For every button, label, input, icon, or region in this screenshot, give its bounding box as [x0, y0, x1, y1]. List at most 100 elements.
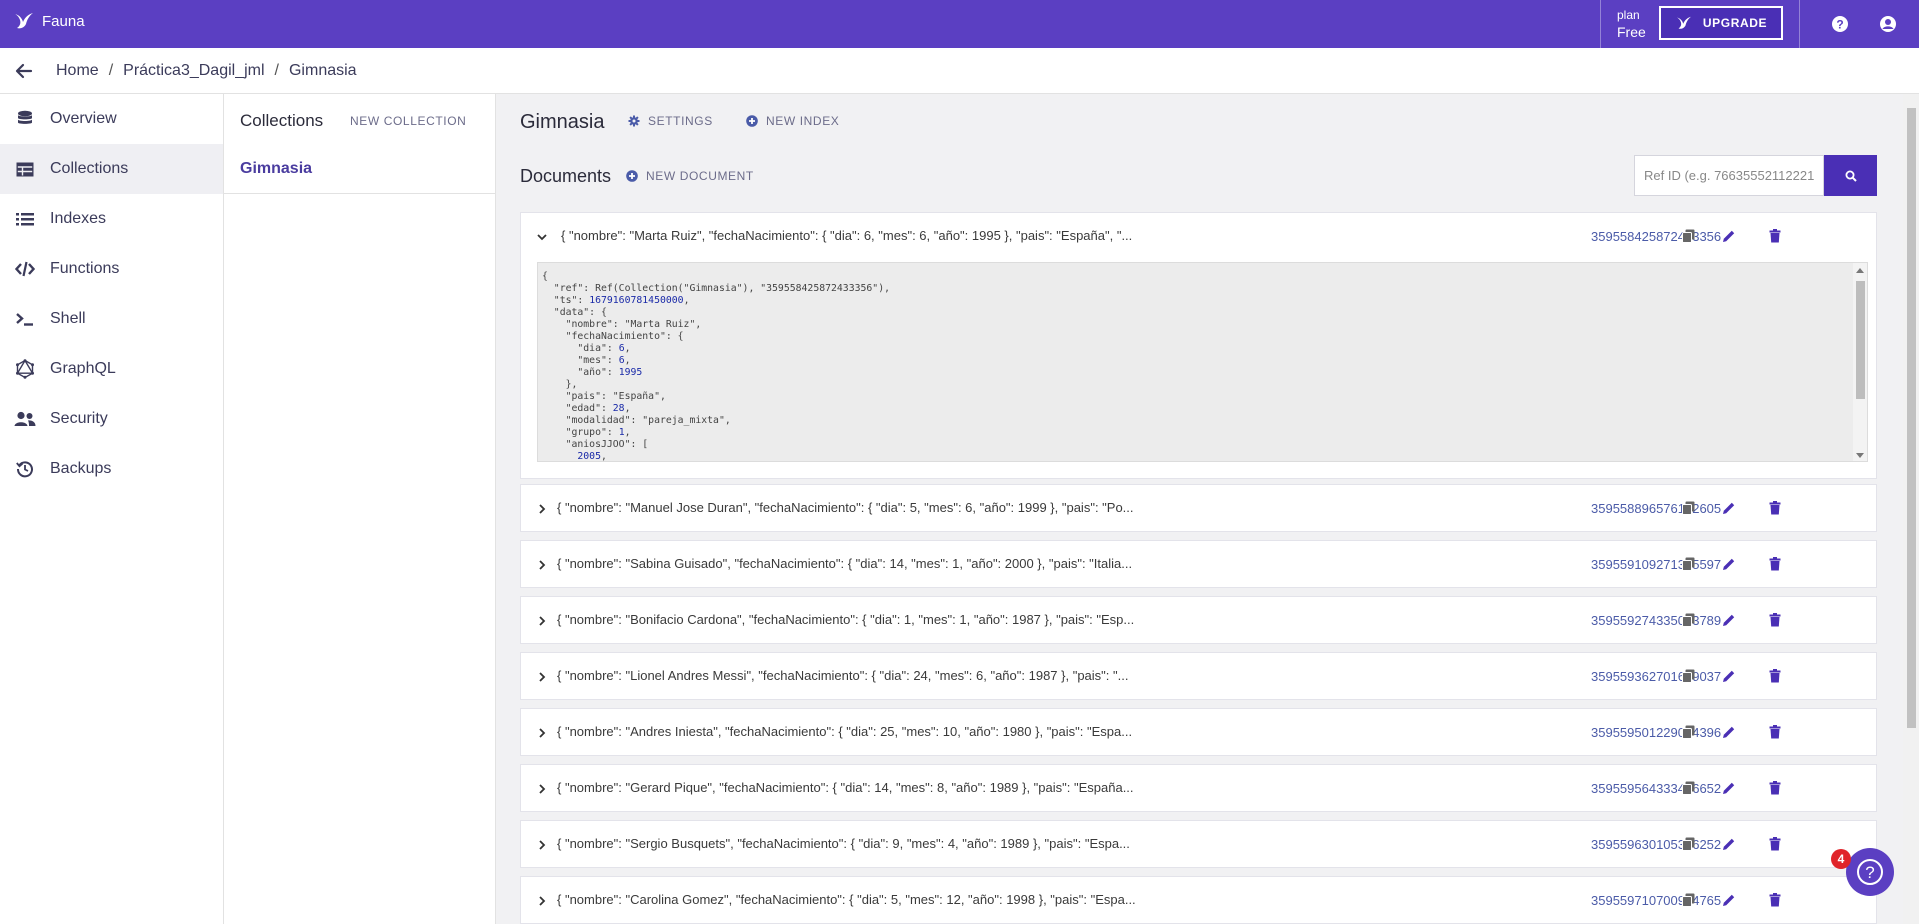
settings-button[interactable]: SETTINGS [628, 114, 713, 128]
copy-icon[interactable] [1678, 666, 1698, 686]
trash-icon[interactable] [1765, 610, 1785, 630]
sidebar-item-overview[interactable]: Overview [0, 94, 223, 144]
page-scrollbar[interactable] [1903, 94, 1919, 924]
copy-icon[interactable] [1678, 498, 1698, 518]
top-bar: Fauna plan Free UPGRADE ? [0, 0, 1919, 48]
document-row[interactable]: { "nombre": "Lionel Andres Messi", "fech… [520, 652, 1877, 700]
document-ref-id[interactable]: 359559362701689037 [1591, 669, 1721, 684]
document-summary: { "nombre": "Marta Ruiz", "fechaNacimien… [561, 228, 1133, 243]
json-line: "data": { [542, 307, 607, 318]
document-row[interactable]: { "nombre": "Gerard Pique", "fechaNacimi… [520, 764, 1877, 812]
edit-icon[interactable] [1719, 778, 1739, 798]
edit-icon[interactable] [1719, 226, 1739, 246]
document-row[interactable]: { "nombre": "Carolina Gomez", "fechaNaci… [520, 876, 1877, 924]
document-ref-id[interactable]: 359559501229064396 [1591, 725, 1721, 740]
chevron-right-icon[interactable] [535, 894, 549, 908]
document-ref-id[interactable]: 359559274335043789 [1591, 613, 1721, 628]
new-index-button[interactable]: NEW INDEX [746, 114, 839, 128]
account-icon[interactable] [1877, 13, 1899, 35]
document-row[interactable]: { "nombre": "Marta Ruiz", "fechaNacimien… [520, 212, 1877, 479]
edit-icon[interactable] [1719, 890, 1739, 910]
sidebar-item-label: Indexes [50, 210, 107, 227]
collections-title: Collections [240, 111, 324, 130]
copy-icon[interactable] [1678, 778, 1698, 798]
document-ref-id[interactable]: 359558896576102605 [1591, 501, 1721, 516]
sidebar-item-backups[interactable]: Backups [0, 444, 223, 494]
help-chat-button[interactable]: ? [1846, 848, 1894, 896]
chevron-right-icon[interactable] [535, 838, 549, 852]
chevron-right-icon[interactable] [535, 670, 549, 684]
trash-icon[interactable] [1765, 722, 1785, 742]
chevron-right-icon[interactable] [535, 558, 549, 572]
copy-icon[interactable] [1678, 610, 1698, 630]
copy-icon[interactable] [1678, 722, 1698, 742]
sidebar-item-graphql[interactable]: GraphQL [0, 344, 223, 394]
edit-icon[interactable] [1719, 610, 1739, 630]
ref-id-search-input[interactable] [1634, 155, 1824, 196]
chevron-right-icon[interactable] [535, 726, 549, 740]
document-row[interactable]: { "nombre": "Sabina Guisado", "fechaNaci… [520, 540, 1877, 588]
copy-icon[interactable] [1678, 226, 1698, 246]
trash-icon[interactable] [1765, 890, 1785, 910]
new-index-label: NEW INDEX [766, 114, 840, 128]
breadcrumb-separator: / [108, 62, 114, 79]
document-summary: { "nombre": "Manuel Jose Duran", "fechaN… [557, 500, 1134, 515]
topbar-divider [1799, 0, 1800, 48]
json-scrollbar[interactable] [1853, 263, 1867, 461]
help-icon[interactable]: ? [1829, 13, 1851, 35]
document-ref-id[interactable]: 359559710700994765 [1591, 893, 1721, 908]
document-row[interactable]: { "nombre": "Sergio Busquets", "fechaNac… [520, 820, 1877, 868]
collection-item-gimnasia[interactable]: Gimnasia [224, 144, 495, 194]
copy-icon[interactable] [1678, 834, 1698, 854]
sidebar-item-indexes[interactable]: Indexes [0, 194, 223, 244]
scroll-up-arrow[interactable] [1856, 268, 1864, 273]
document-ref-id[interactable]: 359559564333416652 [1591, 781, 1721, 796]
collections-header: Collections NEW COLLECTION [224, 94, 495, 144]
chevron-right-icon[interactable] [535, 502, 549, 516]
breadcrumb-database[interactable]: Práctica3_Dagil_jml [123, 62, 264, 80]
trash-icon[interactable] [1765, 778, 1785, 798]
sidebar-item-security[interactable]: Security [0, 394, 223, 444]
collection-item-label: Gimnasia [240, 160, 313, 177]
scroll-down-arrow[interactable] [1856, 453, 1864, 458]
fauna-logo[interactable]: Fauna [14, 12, 85, 30]
sidebar-item-shell[interactable]: Shell [0, 294, 223, 344]
copy-icon[interactable] [1678, 890, 1698, 910]
edit-icon[interactable] [1719, 498, 1739, 518]
document-ref-id[interactable]: 359559630105346252 [1591, 837, 1721, 852]
breadcrumb-collection[interactable]: Gimnasia [289, 62, 357, 80]
chevron-right-icon[interactable] [535, 782, 549, 796]
trash-icon[interactable] [1765, 834, 1785, 854]
trash-icon[interactable] [1765, 498, 1785, 518]
document-row[interactable]: { "nombre": "Andres Iniesta", "fechaNaci… [520, 708, 1877, 756]
edit-icon[interactable] [1719, 722, 1739, 742]
trash-icon[interactable] [1765, 666, 1785, 686]
json-line: "pais": "España", [542, 391, 666, 402]
new-collection-button[interactable]: NEW COLLECTION [350, 114, 466, 128]
edit-icon[interactable] [1719, 666, 1739, 686]
sidebar-item-functions[interactable]: Functions [0, 244, 223, 294]
document-json-viewer[interactable]: { "ref": Ref(Collection("Gimnasia"), "35… [537, 262, 1868, 462]
new-document-button[interactable]: NEW DOCUMENT [626, 169, 754, 183]
trash-icon[interactable] [1765, 226, 1785, 246]
chevron-right-icon[interactable] [535, 614, 549, 628]
copy-icon[interactable] [1678, 554, 1698, 574]
edit-icon[interactable] [1719, 834, 1739, 854]
document-ref-id[interactable]: 359558425872433356 [1591, 229, 1721, 244]
chevron-down-icon[interactable] [535, 230, 549, 244]
edit-icon[interactable] [1719, 554, 1739, 574]
sidebar-item-collections[interactable]: Collections [0, 144, 223, 194]
trash-icon[interactable] [1765, 554, 1785, 574]
sidebar-item-label: Security [50, 410, 108, 427]
document-ref-id[interactable]: 359559109271355597 [1591, 557, 1721, 572]
back-arrow-icon[interactable] [14, 61, 34, 81]
document-row[interactable]: { "nombre": "Manuel Jose Duran", "fechaN… [520, 484, 1877, 532]
page-scroll-thumb[interactable] [1907, 108, 1916, 728]
document-row[interactable]: { "nombre": "Bonifacio Cardona", "fechaN… [520, 596, 1877, 644]
search-button[interactable] [1824, 155, 1877, 196]
topbar-divider [1600, 0, 1601, 48]
scroll-thumb[interactable] [1856, 281, 1865, 399]
breadcrumb-home[interactable]: Home [56, 62, 99, 80]
upgrade-button[interactable]: UPGRADE [1659, 6, 1783, 40]
fauna-bird-icon [1676, 16, 1691, 29]
